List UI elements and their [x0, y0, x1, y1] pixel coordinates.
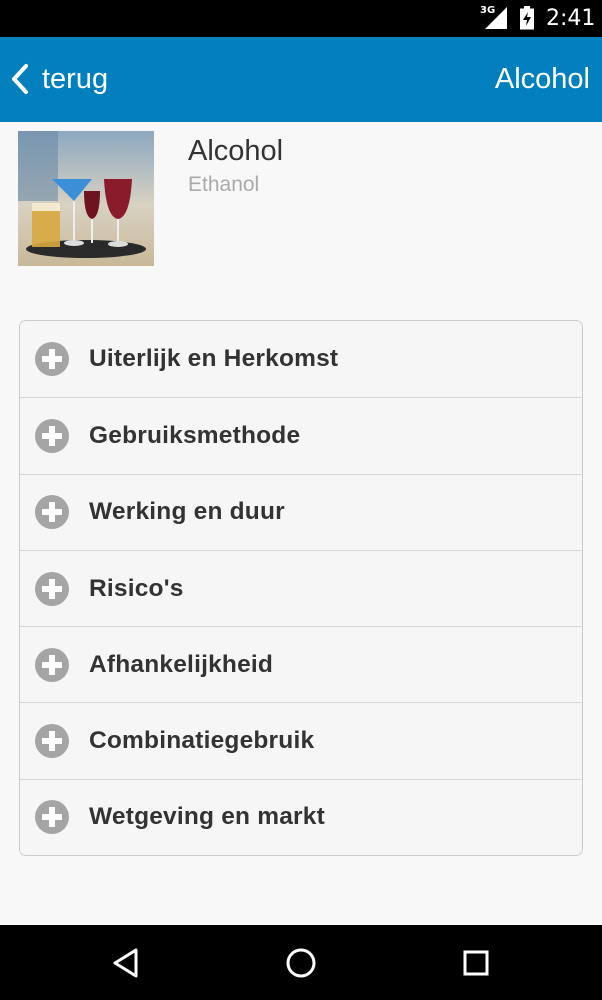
chevron-left-icon	[12, 64, 28, 94]
accordion-label: Afhankelijkheid	[89, 650, 274, 678]
clock: 2:41	[546, 6, 596, 31]
plus-circle-icon	[35, 418, 69, 453]
accordion-label: Gebruiksmethode	[89, 421, 301, 449]
info-accordion: Uiterlijk en Herkomst Gebruiksmethode We…	[19, 320, 583, 857]
page-title: Alcohol	[494, 63, 590, 95]
app-bar: terug Alcohol	[0, 37, 602, 122]
home-circle-icon	[286, 948, 316, 978]
accordion-label: Combinatiegebruik	[89, 727, 315, 755]
accordion-item-uiterlijk[interactable]: Uiterlijk en Herkomst	[20, 321, 582, 398]
accordion-item-wetgeving[interactable]: Wetgeving en markt	[20, 778, 582, 856]
accordion-item-risicos[interactable]: Risico's	[20, 549, 582, 627]
accordion-item-gebruiksmethode[interactable]: Gebruiksmethode	[20, 397, 582, 474]
accordion-item-afhankelijkheid[interactable]: Afhankelijkheid	[20, 626, 582, 703]
nav-back-button[interactable]	[106, 943, 146, 983]
plus-circle-icon	[35, 800, 69, 835]
back-triangle-icon	[113, 948, 138, 978]
plus-circle-icon	[35, 495, 69, 530]
substance-header: Alcohol Ethanol	[0, 122, 602, 302]
accordion-item-combinatiegebruik[interactable]: Combinatiegebruik	[20, 702, 582, 779]
substance-subname: Ethanol	[188, 173, 260, 196]
back-button[interactable]: terug	[8, 55, 108, 103]
status-bar: 3G 2:41	[0, 0, 602, 37]
accordion-label: Risico's	[89, 574, 184, 602]
plus-circle-icon	[35, 342, 69, 377]
nav-recents-button[interactable]	[456, 943, 496, 983]
back-label: terug	[42, 63, 109, 95]
substance-name: Alcohol	[188, 135, 284, 167]
battery-icon	[520, 6, 534, 30]
nav-home-button[interactable]	[281, 943, 321, 983]
accordion-label: Uiterlijk en Herkomst	[89, 345, 339, 373]
accordion-item-werking[interactable]: Werking en duur	[20, 473, 582, 550]
cell-signal: 3G	[478, 5, 508, 30]
network-type-label: 3G	[480, 5, 496, 16]
recents-square-icon	[463, 950, 489, 976]
accordion-label: Wetgeving en markt	[89, 803, 325, 831]
accordion-label: Werking en duur	[89, 498, 285, 526]
plus-circle-icon	[35, 647, 69, 682]
system-nav-bar	[0, 925, 602, 1000]
plus-circle-icon	[35, 724, 69, 759]
substance-image	[18, 131, 154, 266]
plus-circle-icon	[35, 571, 69, 606]
